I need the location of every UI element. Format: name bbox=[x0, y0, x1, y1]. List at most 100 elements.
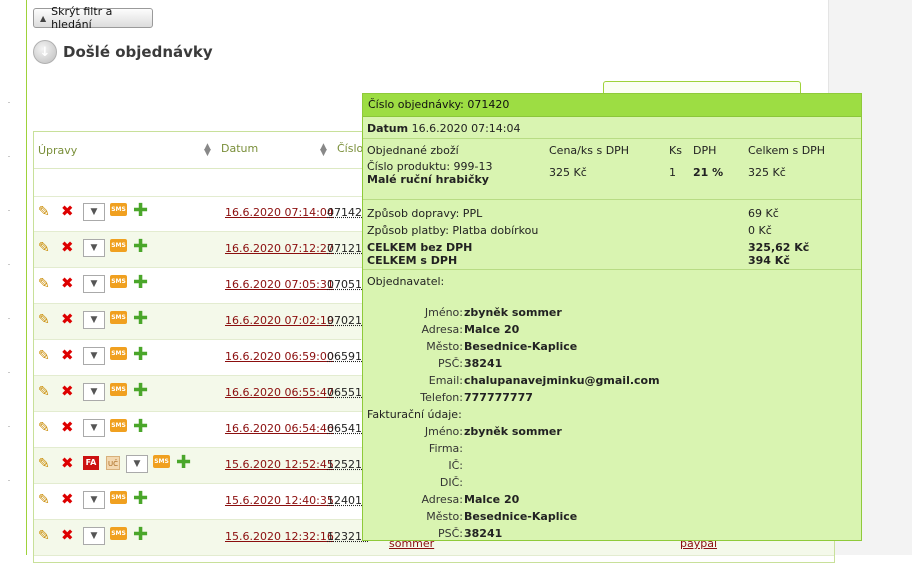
order-date-link[interactable]: 16.6.2020 06:55:47 bbox=[225, 386, 334, 399]
delete-x-icon[interactable]: ✖ bbox=[61, 238, 74, 256]
edit-pencil-icon[interactable]: ✎ bbox=[38, 492, 50, 508]
billing-dic-label: DIČ: bbox=[439, 476, 463, 489]
customer-zip-label: PSČ: bbox=[437, 357, 463, 370]
edit-pencil-icon[interactable]: ✎ bbox=[38, 312, 50, 328]
delete-x-icon[interactable]: ✖ bbox=[61, 274, 74, 292]
delete-x-icon[interactable]: ✖ bbox=[61, 418, 74, 436]
customer-address: Malce 20 bbox=[464, 323, 520, 336]
sort-number-icon[interactable]: ▲ ▼ bbox=[320, 143, 327, 158]
status-dropdown-button[interactable]: ▼ bbox=[83, 527, 105, 545]
delete-x-icon[interactable]: ✖ bbox=[61, 310, 74, 328]
col-total: Celkem s DPH bbox=[748, 144, 826, 157]
customer-city: Besednice-Kaplice bbox=[464, 340, 578, 353]
edit-pencil-icon[interactable]: ✎ bbox=[38, 420, 50, 436]
order-date-link[interactable]: 15.6.2020 12:52:45 bbox=[225, 458, 334, 471]
delete-x-icon[interactable]: ✖ bbox=[61, 490, 74, 508]
order-date-link[interactable]: 16.6.2020 07:02:19 bbox=[225, 314, 334, 327]
sort-date-icon[interactable]: ▲ ▼ bbox=[204, 143, 211, 158]
edit-pencil-icon[interactable]: ✎ bbox=[38, 456, 50, 472]
toggle-filter-button[interactable]: ▲ Skrýt filtr a hledání bbox=[33, 5, 153, 31]
header-date[interactable]: Datum bbox=[221, 142, 258, 155]
add-plus-icon[interactable]: ✚ bbox=[133, 274, 148, 292]
col-vat: DPH bbox=[693, 144, 717, 157]
add-plus-icon[interactable]: ✚ bbox=[133, 346, 148, 364]
page-title: Došlé objednávky bbox=[63, 43, 213, 61]
sms-icon[interactable]: SMS bbox=[110, 203, 127, 216]
collapse-up-icon: ▲ bbox=[40, 13, 47, 23]
order-date-link[interactable]: 16.6.2020 07:12:27 bbox=[225, 242, 334, 255]
popup-header: Číslo objednávky: 071420 bbox=[363, 94, 861, 117]
customer-title: Objednavatel: bbox=[367, 275, 445, 288]
col-item: Objednané zboží bbox=[367, 144, 459, 157]
delete-x-icon[interactable]: ✖ bbox=[61, 454, 74, 472]
product-code: Číslo produktu: 999-13 bbox=[367, 160, 493, 173]
popup-date-row: Datum 16.6.2020 07:14:04 bbox=[367, 122, 521, 135]
order-date-link[interactable]: 16.6.2020 06:59:00 bbox=[225, 350, 334, 363]
gutter-dot bbox=[8, 210, 10, 211]
sms-icon[interactable]: SMS bbox=[110, 383, 127, 396]
status-dropdown-button[interactable]: ▼ bbox=[83, 491, 105, 509]
payment-value: 0 Kč bbox=[748, 224, 772, 237]
billing-name: zbyněk sommer bbox=[464, 425, 562, 438]
gutter-dot bbox=[8, 102, 10, 103]
add-plus-icon[interactable]: ✚ bbox=[133, 238, 148, 256]
product-qty: 1 bbox=[669, 166, 676, 179]
sms-icon[interactable]: SMS bbox=[110, 239, 127, 252]
header-actions: Úpravy bbox=[38, 144, 78, 157]
shipping-label: Způsob dopravy: PPL bbox=[367, 207, 483, 220]
delete-x-icon[interactable]: ✖ bbox=[61, 526, 74, 544]
sms-icon[interactable]: SMS bbox=[110, 491, 127, 504]
divider bbox=[363, 199, 861, 200]
order-date-link[interactable]: 16.6.2020 07:14:04 bbox=[225, 206, 334, 219]
delete-x-icon[interactable]: ✖ bbox=[61, 346, 74, 364]
product-total: 325 Kč bbox=[748, 166, 786, 179]
edit-pencil-icon[interactable]: ✎ bbox=[38, 240, 50, 256]
order-date-link[interactable]: 15.6.2020 12:32:16 bbox=[225, 530, 334, 543]
add-plus-icon[interactable]: ✚ bbox=[133, 202, 148, 220]
add-plus-icon[interactable]: ✚ bbox=[133, 526, 148, 544]
sms-icon[interactable]: SMS bbox=[110, 311, 127, 324]
customer-email: chalupanavejminku@gmail.com bbox=[464, 374, 660, 387]
status-dropdown-button[interactable]: ▼ bbox=[83, 347, 105, 365]
product-price: 325 Kč bbox=[549, 166, 587, 179]
status-dropdown-button[interactable]: ▼ bbox=[83, 275, 105, 293]
customer-phone-label: Telefon: bbox=[420, 391, 463, 404]
add-plus-icon[interactable]: ✚ bbox=[133, 382, 148, 400]
sms-icon[interactable]: SMS bbox=[110, 347, 127, 360]
accounting-uc-icon[interactable]: UČ bbox=[106, 456, 120, 470]
edit-pencil-icon[interactable]: ✎ bbox=[38, 528, 50, 544]
add-plus-icon[interactable]: ✚ bbox=[133, 418, 148, 436]
status-dropdown-button[interactable]: ▼ bbox=[83, 311, 105, 329]
arrow-down-circle-icon: ↓ bbox=[33, 40, 57, 64]
edit-pencil-icon[interactable]: ✎ bbox=[38, 384, 50, 400]
product-name: Malé ruční hrabičky bbox=[367, 173, 489, 186]
invoice-fa-icon[interactable]: FA bbox=[83, 456, 99, 470]
sms-icon[interactable]: SMS bbox=[110, 419, 127, 432]
add-plus-icon[interactable]: ✚ bbox=[176, 454, 191, 472]
status-dropdown-button[interactable]: ▼ bbox=[83, 239, 105, 257]
sms-icon[interactable]: SMS bbox=[110, 527, 127, 540]
customer-address-label: Adresa: bbox=[421, 323, 463, 336]
page-heading: ↓ Došlé objednávky bbox=[33, 40, 213, 64]
sms-icon[interactable]: SMS bbox=[153, 455, 170, 468]
status-dropdown-button[interactable]: ▼ bbox=[83, 203, 105, 221]
status-dropdown-button[interactable]: ▼ bbox=[126, 455, 148, 473]
billing-city: Besednice-Kaplice bbox=[464, 510, 578, 523]
header-number[interactable]: Číslo bbox=[337, 142, 363, 155]
col-qty: Ks bbox=[669, 144, 682, 157]
status-dropdown-button[interactable]: ▼ bbox=[83, 383, 105, 401]
sms-icon[interactable]: SMS bbox=[110, 275, 127, 288]
edit-pencil-icon[interactable]: ✎ bbox=[38, 204, 50, 220]
order-date-link[interactable]: 15.6.2020 12:40:35 bbox=[225, 494, 334, 507]
edit-pencil-icon[interactable]: ✎ bbox=[38, 348, 50, 364]
delete-x-icon[interactable]: ✖ bbox=[61, 382, 74, 400]
edit-pencil-icon[interactable]: ✎ bbox=[38, 276, 50, 292]
billing-zip-label: PSČ: bbox=[437, 527, 463, 540]
billing-title: Fakturační údaje: bbox=[367, 408, 462, 421]
add-plus-icon[interactable]: ✚ bbox=[133, 490, 148, 508]
order-date-link[interactable]: 16.6.2020 07:05:31 bbox=[225, 278, 334, 291]
add-plus-icon[interactable]: ✚ bbox=[133, 310, 148, 328]
status-dropdown-button[interactable]: ▼ bbox=[83, 419, 105, 437]
delete-x-icon[interactable]: ✖ bbox=[61, 202, 74, 220]
order-date-link[interactable]: 16.6.2020 06:54:46 bbox=[225, 422, 334, 435]
